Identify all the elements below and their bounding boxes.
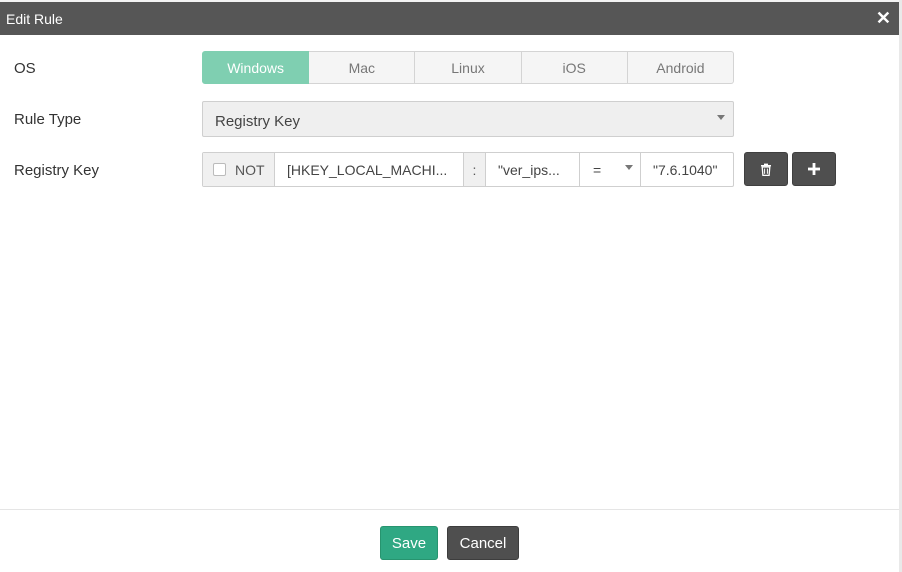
rule-type-label: Rule Type — [14, 111, 82, 128]
close-icon[interactable]: ✕ — [876, 9, 891, 27]
os-label: OS — [14, 60, 36, 77]
save-button[interactable]: Save — [380, 526, 438, 560]
operator-value: = — [593, 161, 602, 178]
os-option-android[interactable]: Android — [627, 51, 735, 84]
os-option-ios[interactable]: iOS — [521, 51, 628, 84]
not-checkbox[interactable] — [213, 163, 226, 176]
registry-value-data-input[interactable]: "7.6.1040" — [640, 153, 733, 186]
footer-divider — [0, 509, 899, 510]
dialog-header: Edit Rule ✕ — [0, 2, 899, 35]
os-option-linux[interactable]: Linux — [415, 51, 522, 84]
os-selector: Windows Mac Linux iOS Android — [202, 51, 735, 84]
os-option-windows[interactable]: Windows — [202, 51, 310, 84]
registry-key-path-input[interactable]: [HKEY_LOCAL_MACHI... — [274, 153, 463, 186]
registry-value-name-input[interactable]: "ver_ips... — [485, 153, 579, 186]
operator-select[interactable]: = — [579, 153, 640, 186]
rule-type-value: Registry Key — [215, 113, 301, 130]
not-label: NOT — [235, 161, 265, 178]
plus-icon — [808, 163, 820, 175]
registry-key-row: NOT [HKEY_LOCAL_MACHI... : "ver_ips... =… — [202, 152, 734, 187]
dialog-title: Edit Rule — [6, 11, 63, 27]
not-toggle[interactable]: NOT — [203, 153, 274, 186]
cancel-button[interactable]: Cancel — [447, 526, 519, 560]
rule-type-select[interactable]: Registry Key — [202, 101, 734, 137]
os-option-mac[interactable]: Mac — [309, 51, 416, 84]
add-condition-button[interactable] — [792, 152, 836, 186]
caret-down-icon — [717, 115, 725, 120]
key-value-separator: : — [463, 153, 485, 186]
trash-icon — [761, 163, 771, 176]
caret-down-icon — [625, 165, 633, 170]
registry-key-label: Registry Key — [14, 162, 100, 179]
delete-button[interactable] — [744, 152, 788, 186]
